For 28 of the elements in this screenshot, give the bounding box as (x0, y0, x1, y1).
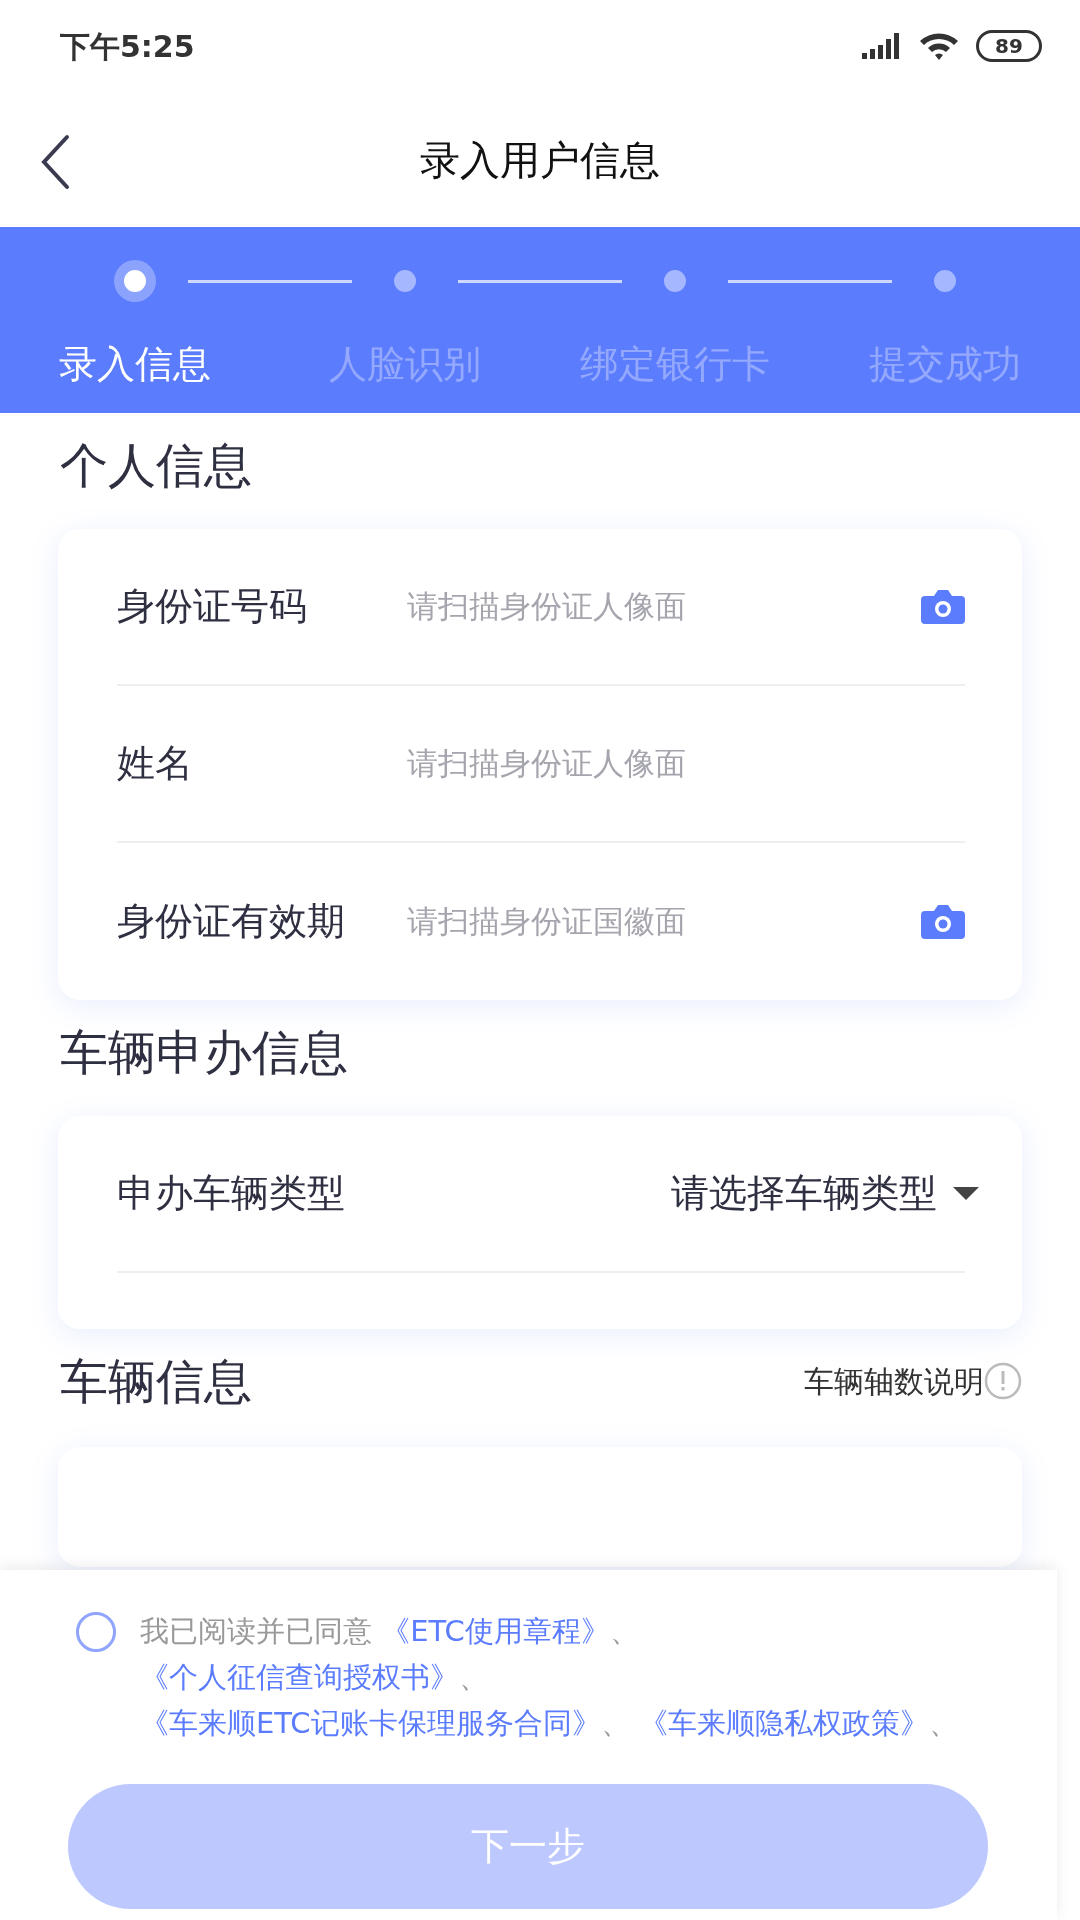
field-label: 身份证有效期 (117, 898, 346, 945)
vehicle-type-select[interactable]: 请选择车辆类型 (671, 1165, 979, 1222)
input-field[interactable]: 请扫描身份证人像面 (407, 740, 965, 787)
section-title: 车辆信息 (60, 1352, 252, 1411)
camera-icon[interactable] (921, 902, 965, 941)
signal-icon (862, 33, 902, 59)
page-title: 录入用户信息 (420, 135, 660, 185)
status-time: 下午5:25 (60, 27, 195, 66)
camera-icon[interactable] (921, 587, 965, 626)
agreement-link[interactable]: 《ETC使用章程》 (381, 1614, 610, 1648)
info-icon[interactable] (984, 1362, 1022, 1400)
help-link[interactable]: 车辆轴数说明 (804, 1358, 984, 1404)
caret-icon (953, 1186, 979, 1201)
agreement-text: 我已阅读并已同意 《ETC使用章程》、 《个人征信查询授权书》、 《车来顺ETC记账卡保理服务合同》、 《车来顺隐私权政策》、 (140, 1613, 959, 1742)
field-label: 身份证号码 (117, 583, 308, 630)
step-tab[interactable]: 录入信息 (59, 336, 211, 393)
agree-radio[interactable] (76, 1612, 116, 1652)
section-title: 个人信息 (60, 436, 252, 495)
agreement-link[interactable]: 《车来顺ETC记账卡保理服务合同》 (140, 1706, 601, 1740)
section-title: 车辆申办信息 (60, 1023, 348, 1082)
input-field[interactable]: 请扫描身份证人像面 (407, 583, 921, 630)
back-button[interactable] (40, 134, 70, 190)
input-field[interactable]: 请扫描身份证国徽面 (407, 898, 921, 945)
field-label: 姓名 (117, 740, 194, 787)
agreement-link[interactable]: 《个人征信查询授权书》 (140, 1660, 459, 1694)
battery-indicator: 89 (976, 30, 1042, 62)
agreement-link[interactable]: 《车来顺隐私权政策》 (638, 1706, 929, 1740)
field-label: 申办车辆类型 (117, 1170, 346, 1217)
